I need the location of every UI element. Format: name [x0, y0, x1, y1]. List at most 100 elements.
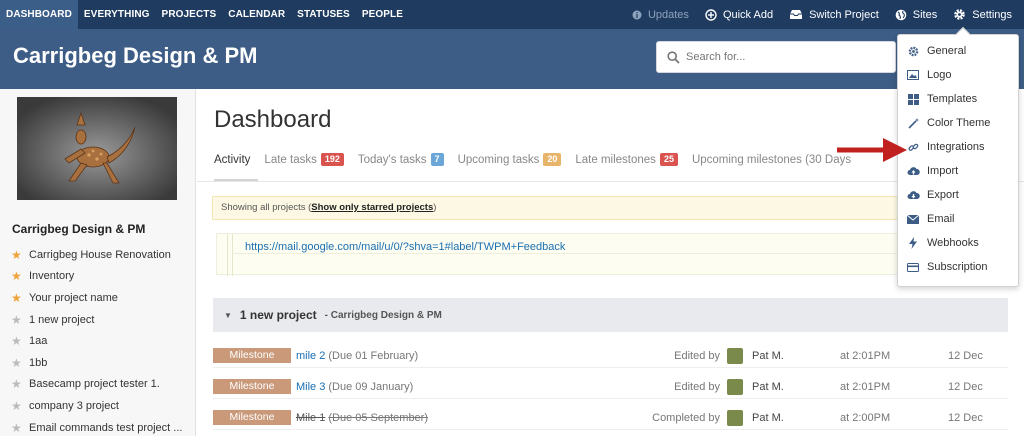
page-title: Dashboard [214, 106, 332, 133]
show-starred-link[interactable]: Show only starred projects [311, 202, 433, 213]
menu-item-webhooks[interactable]: Webhooks [906, 234, 979, 252]
menu-item-color-theme[interactable]: Color Theme [906, 114, 990, 132]
star-icon[interactable]: ★ [11, 270, 24, 282]
star-icon[interactable]: ★ [11, 249, 24, 261]
company-logo-image [17, 97, 177, 200]
updates-button[interactable]: Updates [632, 9, 689, 21]
search-icon [667, 50, 680, 64]
milestone-tag: Milestone [213, 379, 291, 394]
menu-item-subscription[interactable]: Subscription [906, 258, 988, 276]
sidebar-project-item[interactable]: ★ Email commands test project ... [11, 417, 196, 438]
sidebar-project-item[interactable]: ★ Basecamp project tester 1. [11, 374, 196, 396]
tab-late-tasks[interactable]: Late tasks 192 [264, 153, 344, 166]
milestone-link[interactable]: Mile 3 [296, 381, 325, 393]
updates-label: Updates [647, 8, 689, 21]
plus-circle-icon [705, 8, 717, 21]
action-text: Completed by [652, 411, 720, 424]
menu-item-label: Logo [927, 69, 952, 81]
star-icon[interactable]: ★ [11, 292, 24, 304]
menu-item-label: Email [927, 213, 955, 225]
tab-label: Late tasks [264, 153, 317, 166]
user-avatar[interactable] [727, 378, 743, 395]
menu-item-label: Webhooks [927, 237, 979, 249]
count-badge: 25 [659, 153, 678, 166]
star-icon[interactable]: ★ [11, 422, 24, 434]
star-icon[interactable]: ★ [11, 335, 24, 347]
activity-time: at 2:00PM [840, 411, 891, 424]
quick-add-button[interactable]: Quick Add [705, 9, 773, 21]
due-date: (Due 09 January) [328, 380, 414, 393]
menu-item-integrations[interactable]: Integrations [906, 138, 984, 156]
user-name[interactable]: Pat M. [752, 381, 784, 393]
settings-button[interactable]: Settings [953, 8, 1012, 21]
sidebar-project-item[interactable]: ★ 1bb [11, 352, 196, 374]
menu-item-general[interactable]: General [906, 42, 966, 60]
user-avatar[interactable] [727, 409, 743, 426]
note-url-link[interactable]: https://mail.google.com/mail/u/0/?shva=1… [245, 241, 565, 253]
search-box[interactable] [656, 41, 896, 73]
tab-todays-tasks[interactable]: Today's tasks 7 [358, 153, 444, 166]
due-date: (Due 05 September) [328, 411, 429, 424]
tab-label: Activity [214, 153, 251, 166]
nav-tab-people[interactable]: PEOPLE [356, 0, 409, 29]
tab-upcoming-tasks[interactable]: Upcoming tasks 20 [458, 153, 562, 166]
nav-tab-dashboard[interactable]: DASHBOARD [0, 0, 78, 29]
notice-text: Showing all projects ( [221, 202, 312, 213]
sidebar-project-item[interactable]: ★ Inventory [11, 266, 196, 288]
tab-late-milestones[interactable]: Late milestones 25 [575, 153, 678, 166]
star-icon[interactable]: ★ [11, 378, 24, 390]
milestone-link[interactable]: mile 2 [296, 350, 325, 362]
menu-item-email[interactable]: Email [906, 210, 955, 228]
gear-icon [954, 9, 966, 20]
activity-row: Milestone Mile 1 (Due 05 September) Comp… [213, 406, 1008, 430]
sidebar-project-item[interactable]: ★ 1 new project [11, 309, 196, 331]
sidebar-project-item[interactable]: ★ company 3 project [11, 395, 196, 417]
user-avatar[interactable] [727, 347, 743, 364]
user-name[interactable]: Pat M. [752, 412, 784, 424]
menu-item-export[interactable]: Export [906, 186, 959, 204]
nav-tab-calendar[interactable]: CALENDAR [222, 0, 291, 29]
menu-item-label: Subscription [927, 261, 988, 273]
menu-item-templates[interactable]: Templates [906, 90, 977, 108]
sidebar-project-item[interactable]: ★ Your project name [11, 287, 196, 309]
milestone-link[interactable]: Mile 1 [296, 412, 325, 424]
activity-date: 12 Dec [948, 349, 983, 362]
tab-label: Upcoming milestones (30 Days [691, 153, 852, 166]
nav-tab-everything[interactable]: EVERYTHING [78, 0, 156, 29]
menu-item-import[interactable]: Import [906, 162, 958, 180]
notice-end: ) [433, 202, 437, 213]
tab-label: Today's tasks [357, 153, 427, 166]
sidebar-project-item[interactable]: ★ 1aa [11, 330, 196, 352]
user-name[interactable]: Pat M. [752, 350, 784, 362]
menu-item-logo[interactable]: Logo [906, 66, 951, 84]
nav-tab-projects[interactable]: PROJECTS [156, 0, 223, 29]
star-icon[interactable]: ★ [11, 400, 24, 412]
star-icon[interactable]: ★ [11, 314, 24, 326]
sites-label: Sites [912, 8, 938, 21]
tab-label: Upcoming tasks [457, 153, 540, 166]
menu-item-label: Import [927, 165, 959, 177]
nav-tab-statuses[interactable]: STATUSES [291, 0, 356, 29]
action-text: Edited by [674, 349, 720, 362]
sidebar-project-item[interactable]: ★ Carrigbeg House Renovation [11, 244, 196, 266]
count-badge: 192 [320, 153, 344, 166]
sites-button[interactable]: Sites [895, 9, 937, 21]
search-input[interactable] [686, 51, 886, 63]
collapse-triangle-icon[interactable]: ▼ [224, 311, 232, 320]
filter-notice: Showing all projects (Show only starred … [212, 196, 912, 220]
milestone-tag: Milestone [213, 410, 291, 425]
menu-item-label: General [927, 45, 967, 57]
note-rule [227, 234, 228, 276]
image-icon [906, 68, 920, 82]
project-group-header[interactable]: ▼ 1 new project - Carrigbeg Design & PM [213, 298, 1008, 332]
switch-project-button[interactable]: Switch Project [789, 9, 879, 21]
project-name: Inventory [29, 270, 75, 283]
project-name: company 3 project [29, 399, 119, 412]
tab-activity[interactable]: Activity [214, 154, 250, 166]
star-icon[interactable]: ★ [11, 357, 24, 369]
count-badge: 7 [430, 153, 444, 166]
project-name: Email commands test project ... [29, 421, 183, 434]
project-name: Carrigbeg House Renovation [29, 248, 171, 261]
tab-upcoming-milestones[interactable]: Upcoming milestones (30 Days [692, 154, 851, 166]
sidebar-title: Carrigbeg Design & PM [12, 222, 146, 236]
